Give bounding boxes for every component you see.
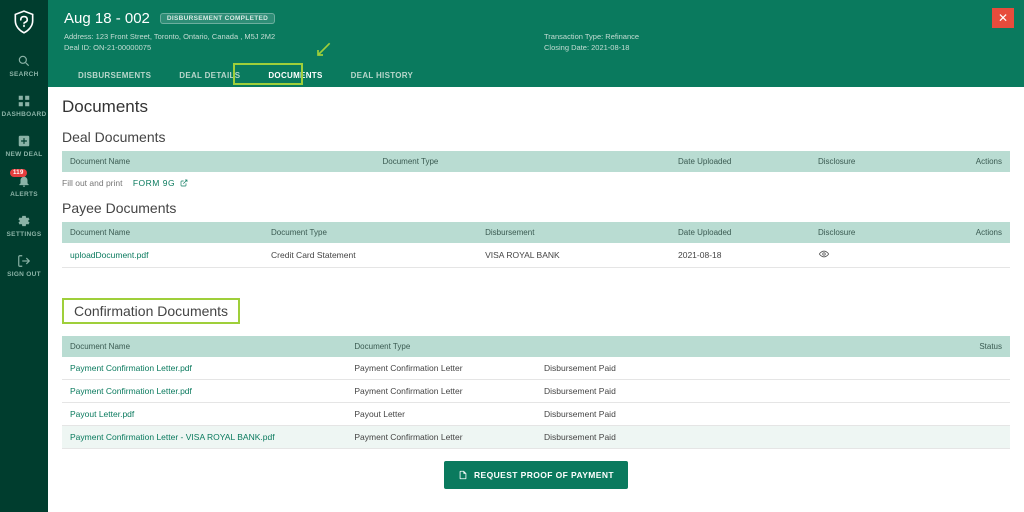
doc-type: Payout Letter bbox=[346, 402, 536, 425]
sidebar: SEARCH DASHBOARD NEW DEAL 119 ALERTS SET… bbox=[0, 0, 48, 512]
nav-label: SIGN OUT bbox=[7, 271, 41, 278]
doc-date: 2021-08-18 bbox=[670, 243, 810, 268]
content-area: Documents Deal Documents Document Name D… bbox=[48, 87, 1024, 512]
th-name: Document Name bbox=[62, 222, 263, 243]
nav-settings[interactable]: SETTINGS bbox=[0, 206, 48, 246]
tab-bar: DISBURSEMENTS DEAL DETAILS DOCUMENTS DEA… bbox=[64, 64, 1008, 87]
th-disclosure: Disclosure bbox=[810, 222, 950, 243]
conf-docs-table: Document Name Document Type Status Payme… bbox=[62, 336, 1010, 449]
section-conf-docs-title: Confirmation Documents bbox=[62, 298, 240, 324]
tab-deal-history[interactable]: DEAL HISTORY bbox=[337, 64, 428, 87]
main-panel: ✕ Aug 18 - 002 DISBURSEMENT COMPLETED Ad… bbox=[48, 0, 1024, 512]
deal-id: Deal ID: ON-21-00000075 bbox=[64, 42, 544, 53]
doc-type: Payment Confirmation Letter bbox=[346, 425, 536, 448]
nav-search[interactable]: SEARCH bbox=[0, 46, 48, 86]
th-date: Date Uploaded bbox=[670, 222, 810, 243]
table-row: Payout Letter.pdf Payout Letter Disburse… bbox=[62, 402, 1010, 425]
nav-label: DASHBOARD bbox=[2, 111, 47, 118]
doc-type: Credit Card Statement bbox=[263, 243, 477, 268]
payee-docs-table: Document Name Document Type Disbursement… bbox=[62, 222, 1010, 268]
status-chip: DISBURSEMENT COMPLETED bbox=[160, 13, 275, 24]
app-logo bbox=[10, 8, 38, 36]
nav-label: SEARCH bbox=[9, 71, 38, 78]
doc-status: Disbursement Paid bbox=[536, 402, 1010, 425]
th-doc-type: Document Type bbox=[375, 151, 671, 172]
nav-alerts[interactable]: 119 ALERTS bbox=[0, 166, 48, 206]
th-disclosure: Disclosure bbox=[810, 151, 950, 172]
nav-label: ALERTS bbox=[10, 191, 38, 198]
deal-title: Aug 18 - 002 bbox=[64, 10, 150, 27]
txn-type: Transaction Type: Refinance bbox=[544, 31, 639, 42]
alerts-badge: 119 bbox=[10, 169, 27, 177]
table-row: Payment Confirmation Letter.pdf Payment … bbox=[62, 379, 1010, 402]
tab-documents[interactable]: DOCUMENTS bbox=[254, 64, 336, 87]
th-disb: Disbursement bbox=[477, 222, 670, 243]
tab-disbursements[interactable]: DISBURSEMENTS bbox=[64, 64, 165, 87]
table-row: Payment Confirmation Letter - VISA ROYAL… bbox=[62, 425, 1010, 448]
request-proof-label: REQUEST PROOF OF PAYMENT bbox=[474, 470, 614, 480]
th-status: Status bbox=[536, 336, 1010, 357]
doc-disb: VISA ROYAL BANK bbox=[477, 243, 670, 268]
section-payee-docs-title: Payee Documents bbox=[62, 200, 1010, 216]
th-doc-name: Document Name bbox=[62, 151, 375, 172]
doc-link[interactable]: Payment Confirmation Letter.pdf bbox=[62, 357, 346, 380]
doc-status: Disbursement Paid bbox=[536, 425, 1010, 448]
request-proof-button[interactable]: REQUEST PROOF OF PAYMENT bbox=[444, 461, 628, 489]
th-actions: Actions bbox=[950, 151, 1010, 172]
th-name: Document Name bbox=[62, 336, 346, 357]
doc-link[interactable]: Payout Letter.pdf bbox=[62, 402, 346, 425]
deal-docs-table: Document Name Document Type Date Uploade… bbox=[62, 151, 1010, 172]
deal-address: Address: 123 Front Street, Toronto, Onta… bbox=[64, 31, 544, 42]
nav-new-deal[interactable]: NEW DEAL bbox=[0, 126, 48, 166]
doc-type: Payment Confirmation Letter bbox=[346, 357, 536, 380]
closing-date: Closing Date: 2021-08-18 bbox=[544, 42, 639, 53]
th-date: Date Uploaded bbox=[670, 151, 810, 172]
nav-label: NEW DEAL bbox=[5, 151, 42, 158]
th-actions: Actions bbox=[950, 222, 1010, 243]
doc-link[interactable]: Payment Confirmation Letter.pdf bbox=[62, 379, 346, 402]
tab-deal-details[interactable]: DEAL DETAILS bbox=[165, 64, 254, 87]
nav-dashboard[interactable]: DASHBOARD bbox=[0, 86, 48, 126]
doc-status: Disbursement Paid bbox=[536, 357, 1010, 380]
eye-icon[interactable] bbox=[818, 249, 830, 259]
table-row: uploadDocument.pdf Credit Card Statement… bbox=[62, 243, 1010, 268]
doc-link[interactable]: Payment Confirmation Letter - VISA ROYAL… bbox=[62, 425, 346, 448]
annotation-arrow bbox=[313, 40, 333, 60]
table-row: Payment Confirmation Letter.pdf Payment … bbox=[62, 357, 1010, 380]
th-type: Document Type bbox=[263, 222, 477, 243]
th-type: Document Type bbox=[346, 336, 536, 357]
doc-link[interactable]: uploadDocument.pdf bbox=[62, 243, 263, 268]
close-button[interactable]: ✕ bbox=[992, 8, 1014, 28]
nav-signout[interactable]: SIGN OUT bbox=[0, 246, 48, 286]
helper-text: Fill out and print FORM 9G bbox=[62, 178, 1010, 188]
nav-label: SETTINGS bbox=[7, 231, 42, 238]
doc-type: Payment Confirmation Letter bbox=[346, 379, 536, 402]
doc-actions bbox=[950, 243, 1010, 268]
section-deal-docs-title: Deal Documents bbox=[62, 129, 1010, 145]
deal-header: ✕ Aug 18 - 002 DISBURSEMENT COMPLETED Ad… bbox=[48, 0, 1024, 87]
doc-status: Disbursement Paid bbox=[536, 379, 1010, 402]
page-title: Documents bbox=[62, 97, 1010, 117]
doc-disclosure bbox=[810, 243, 950, 268]
form-9g-link[interactable]: FORM 9G bbox=[133, 178, 188, 188]
